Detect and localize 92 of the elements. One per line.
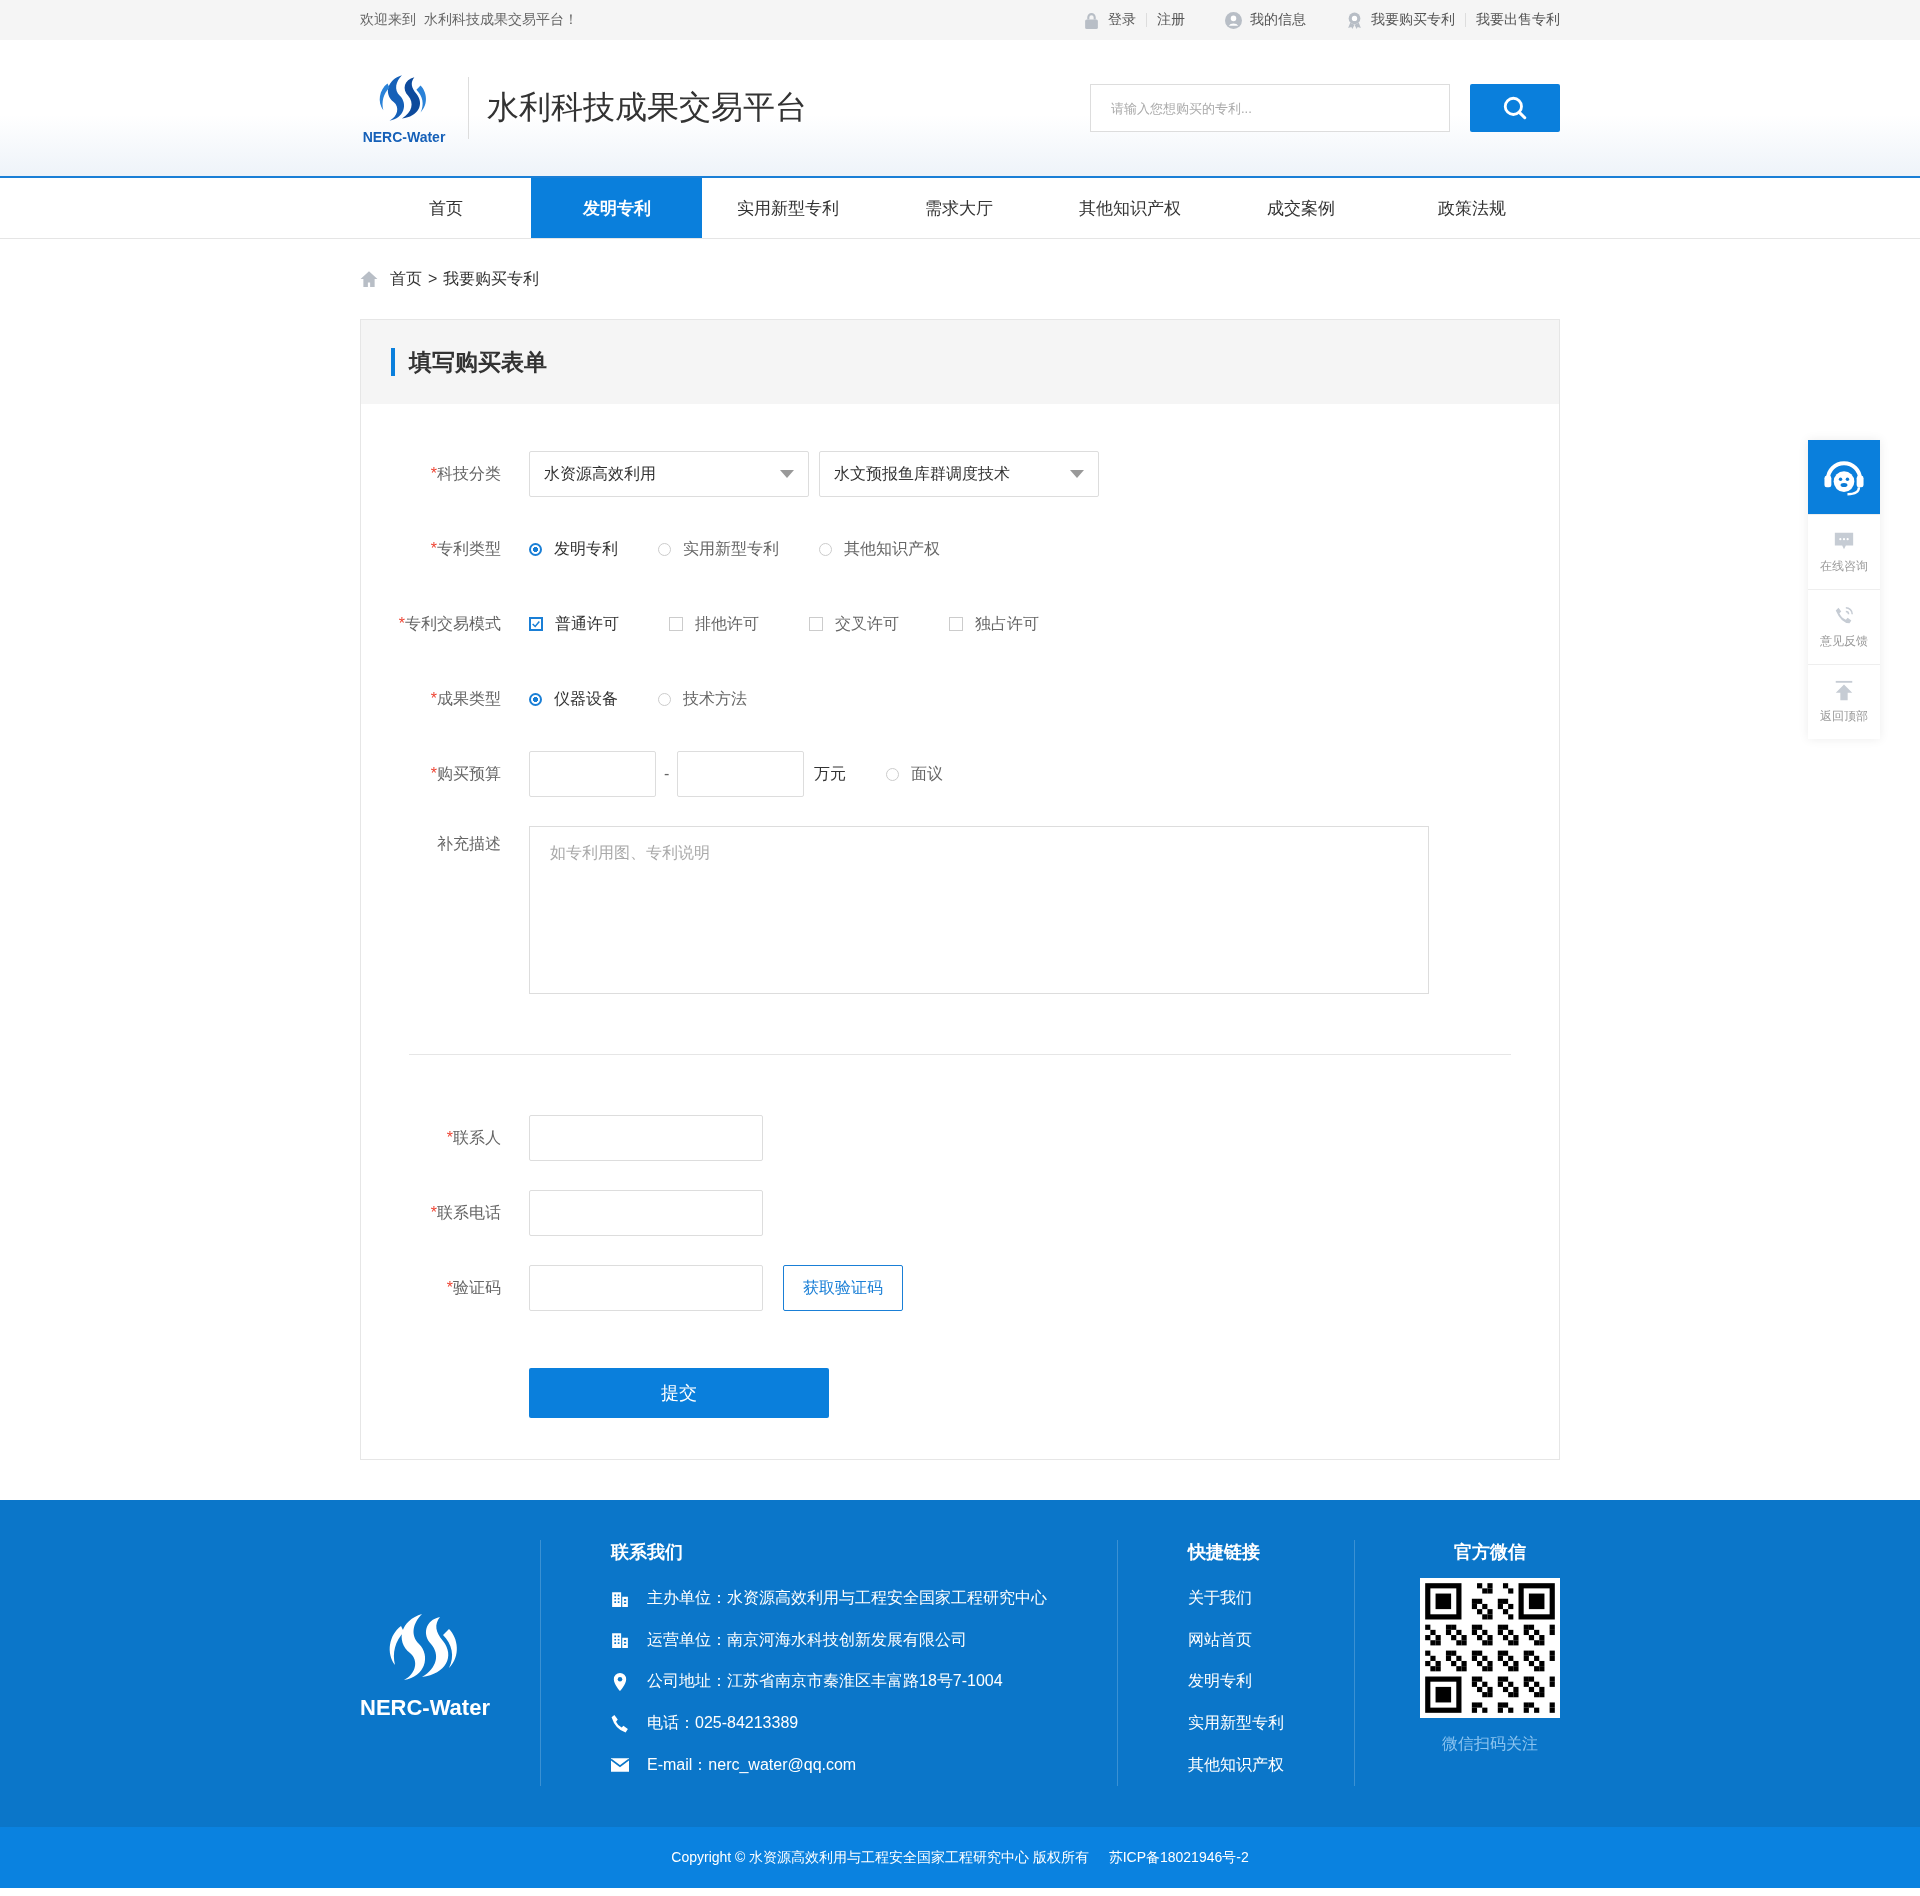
nav-tab[interactable]: 实用新型专利 — [702, 178, 873, 238]
qr-caption: 微信扫码关注 — [1441, 1734, 1539, 1754]
contact-text: 主办单位：水资源高效利用与工程安全国家工程研究中心 — [647, 1588, 1047, 1609]
logo-text: NERC-Water — [362, 129, 446, 145]
top-link[interactable]: 注册 — [1157, 11, 1185, 29]
top-link[interactable]: 我要出售专利 — [1476, 11, 1560, 29]
breadcrumb-link[interactable]: 首页 — [390, 268, 422, 290]
field-label: *科技分类 — [429, 463, 501, 484]
back-to-top-icon — [1833, 679, 1855, 702]
dropdown[interactable]: 水资源高效利用 — [529, 451, 809, 497]
footer-heading: 快捷链接 — [1188, 1541, 1261, 1564]
lock-icon — [1083, 11, 1100, 29]
nav-tab[interactable]: 需求大厅 — [873, 178, 1044, 238]
footer-logo-text: NERC-Water — [360, 1695, 490, 1721]
option-label: 实用新型专利 — [683, 538, 779, 559]
field-label: *验证码 — [445, 1277, 501, 1298]
footer-link[interactable]: 网站首页 — [1188, 1619, 1354, 1662]
form-title: 填写购买表单 — [391, 348, 547, 376]
checkbox[interactable] — [809, 617, 823, 631]
breadcrumb-separator: > — [428, 270, 438, 288]
search-icon — [1502, 95, 1528, 121]
input-field[interactable] — [529, 1190, 763, 1236]
top-link[interactable]: 我的信息 — [1250, 11, 1306, 29]
footer-heading: 官方微信 — [1453, 1541, 1527, 1564]
checkbox[interactable] — [529, 617, 543, 631]
option-label: 面议 — [911, 763, 944, 784]
nav-tab[interactable]: 发明专利 — [531, 178, 702, 238]
contact-text: 公司地址：江苏省南京市秦淮区丰富路18号7-1004 — [647, 1671, 1003, 1692]
side-button[interactable] — [1808, 440, 1880, 514]
option-label: 交叉许可 — [835, 613, 899, 634]
side-label: 在线咨询 — [1820, 557, 1868, 575]
field-label: *购买预算 — [429, 763, 501, 784]
description-field[interactable]: 如专利用图、专利说明 — [529, 826, 1429, 994]
submit-button[interactable]: 提交 — [529, 1368, 829, 1418]
user-icon — [1225, 11, 1242, 29]
option-label: 其他知识产权 — [844, 538, 940, 559]
option-label: 排他许可 — [695, 613, 759, 634]
building-icon — [611, 1631, 629, 1650]
copyright-text: Copyright © 水资源高效利用与工程安全国家工程研究中心 版权所有 苏ICP备18021946号-2 — [671, 1848, 1249, 1867]
side-label: 意见反馈 — [1820, 632, 1868, 650]
option-label: 仪器设备 — [554, 688, 618, 709]
budget-max-field[interactable] — [677, 751, 805, 797]
nav-tab[interactable]: 政策法规 — [1386, 178, 1557, 238]
nav-tab[interactable]: 成交案例 — [1215, 178, 1386, 238]
field-label: *成果类型 — [429, 688, 501, 709]
field-label: *专利交易模式 — [397, 613, 501, 634]
input-field[interactable] — [529, 1265, 763, 1311]
field-label: *联系电话 — [429, 1202, 501, 1223]
radio-button[interactable] — [529, 692, 542, 706]
nav-tab[interactable]: 其他知识产权 — [1044, 178, 1215, 238]
option-label: 发明专利 — [554, 538, 618, 559]
search-button[interactable] — [1470, 84, 1560, 132]
welcome-text: 欢迎来到 水利科技成果交易平台！ — [360, 11, 578, 29]
site-title: 水利科技成果交易平台 — [487, 88, 807, 127]
caret-icon — [780, 470, 794, 478]
building-icon — [611, 1589, 629, 1608]
footer-link[interactable]: 其他知识产权 — [1188, 1744, 1354, 1786]
get-code-button[interactable]: 获取验证码 — [783, 1265, 903, 1311]
footer-link[interactable]: 关于我们 — [1188, 1578, 1354, 1620]
range-separator: - — [664, 765, 670, 783]
contact-text: E-mail：nerc_water@qq.com — [647, 1754, 857, 1775]
contact-text: 运营单位：南京河海水科技创新发展有限公司 — [647, 1629, 967, 1650]
location-pin-icon — [611, 1673, 629, 1691]
field-label: 补充描述 — [436, 834, 501, 854]
unit-label: 万元 — [814, 763, 847, 784]
nav-tab[interactable]: 首页 — [360, 178, 531, 238]
mail-icon — [611, 1756, 629, 1775]
breadcrumb-link[interactable]: 我要购买专利 — [443, 268, 540, 290]
caret-icon — [1070, 470, 1084, 478]
phone-icon — [611, 1714, 629, 1733]
field-label: *专利类型 — [429, 538, 501, 559]
top-link[interactable]: 登录 — [1108, 11, 1136, 29]
option-label: 独占许可 — [975, 613, 1039, 634]
input-field[interactable] — [529, 1115, 763, 1161]
option-label: 技术方法 — [683, 688, 747, 709]
option-label: 普通许可 — [555, 613, 619, 634]
checkbox[interactable] — [949, 617, 963, 631]
field-label: *联系人 — [445, 1127, 501, 1148]
footer-link[interactable]: 发明专利 — [1188, 1661, 1354, 1703]
radio-button[interactable] — [529, 542, 542, 556]
checkmark-icon — [531, 618, 541, 630]
budget-min-field[interactable] — [529, 751, 656, 797]
side-label: 返回顶部 — [1820, 707, 1868, 725]
badge-icon — [1346, 11, 1363, 29]
top-link[interactable]: 我要购买专利 — [1371, 11, 1455, 29]
contact-text: 电话：025-84213389 — [647, 1713, 799, 1734]
dropdown[interactable]: 水文预报鱼库群调度技术 — [819, 451, 1099, 497]
home-icon — [360, 270, 378, 288]
search-field[interactable]: 请输入您想购买的专利... — [1090, 84, 1450, 132]
footer-heading: 联系我们 — [611, 1541, 684, 1564]
checkbox[interactable] — [669, 617, 683, 631]
footer-link[interactable]: 实用新型专利 — [1188, 1702, 1354, 1745]
